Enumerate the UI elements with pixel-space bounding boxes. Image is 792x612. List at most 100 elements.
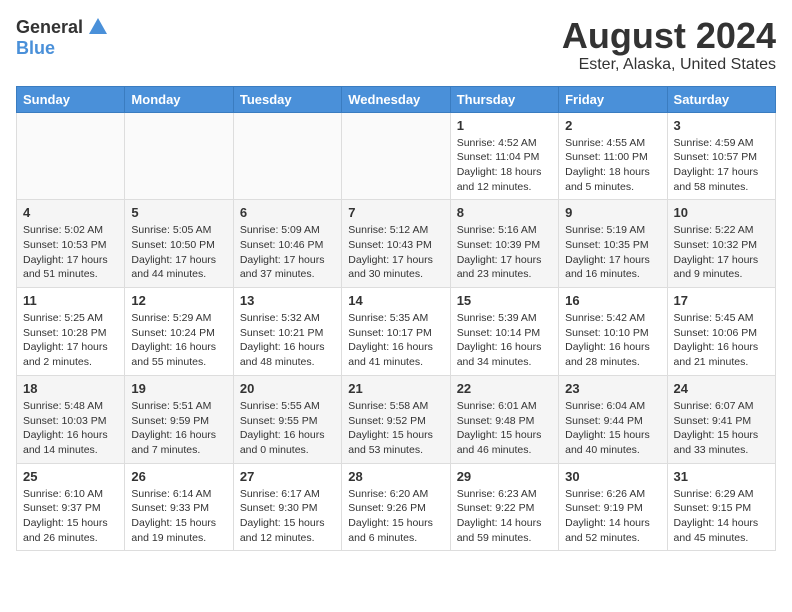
day-number: 7 [348,205,443,220]
table-row [125,112,233,200]
day-info: Sunrise: 6:26 AMSunset: 9:19 PMDaylight:… [565,487,660,546]
page-header: General Blue August 2024 Ester, Alaska, … [16,16,776,74]
day-info: Sunrise: 6:17 AMSunset: 9:30 PMDaylight:… [240,487,335,546]
table-row [17,112,125,200]
day-number: 8 [457,205,552,220]
day-info: Sunrise: 4:59 AMSunset: 10:57 PMDaylight… [674,136,769,195]
table-row: 1 Sunrise: 4:52 AMSunset: 11:04 PMDayligh… [450,112,558,200]
day-info: Sunrise: 5:35 AMSunset: 10:17 PMDaylight… [348,311,443,370]
day-info: Sunrise: 5:42 AMSunset: 10:10 PMDaylight… [565,311,660,370]
day-number: 2 [565,118,660,133]
day-number: 5 [131,205,226,220]
table-row: 4 Sunrise: 5:02 AMSunset: 10:53 PMDayligh… [17,200,125,288]
day-number: 20 [240,381,335,396]
table-row: 3Sunrise: 4:59 AMSunset: 10:57 PMDayligh… [667,112,775,200]
day-number: 12 [131,293,226,308]
table-row: 18 Sunrise: 5:48 AMSunset: 10:03 PMDaylig… [17,375,125,463]
table-row: 26Sunrise: 6:14 AMSunset: 9:33 PMDayligh… [125,463,233,551]
table-row: 29 Sunrise: 6:23 AMSunset: 9:22 PMDayligh… [450,463,558,551]
day-number: 1 [457,118,552,133]
day-info: Sunrise: 5:45 AMSunset: 10:06 PMDaylight… [674,311,769,370]
col-monday: Monday [125,86,233,112]
day-info: Sunrise: 6:20 AMSunset: 9:26 PMDaylight:… [348,487,443,546]
day-number: 21 [348,381,443,396]
day-info: Sunrise: 5:29 AMSunset: 10:24 PMDaylight… [131,311,226,370]
day-info: Sunrise: 5:12 AMSunset: 10:43 PMDaylight… [348,223,443,282]
day-number: 4 [23,205,118,220]
day-info: Sunrise: 6:07 AMSunset: 9:41 PMDaylight:… [674,399,769,458]
calendar-week-row: 1 Sunrise: 4:52 AMSunset: 11:04 PMDayligh… [17,112,776,200]
table-row: 28 Sunrise: 6:20 AMSunset: 9:26 PMDayligh… [342,463,450,551]
col-saturday: Saturday [667,86,775,112]
day-info: Sunrise: 6:01 AMSunset: 9:48 PMDaylight:… [457,399,552,458]
day-info: Sunrise: 5:09 AMSunset: 10:46 PMDaylight… [240,223,335,282]
table-row: 20 Sunrise: 5:55 AMSunset: 9:55 PMDayligh… [233,375,341,463]
table-row: 6 Sunrise: 5:09 AMSunset: 10:46 PMDayligh… [233,200,341,288]
day-number: 17 [674,293,769,308]
table-row: 19 Sunrise: 5:51 AMSunset: 9:59 PMDayligh… [125,375,233,463]
day-number: 11 [23,293,118,308]
table-row [342,112,450,200]
day-info: Sunrise: 6:23 AMSunset: 9:22 PMDaylight:… [457,487,552,546]
day-info: Sunrise: 5:48 AMSunset: 10:03 PMDaylight… [23,399,118,458]
calendar-table: Sunday Monday Tuesday Wednesday Thursday… [16,86,776,552]
day-info: Sunrise: 5:22 AMSunset: 10:32 PMDaylight… [674,223,769,282]
col-thursday: Thursday [450,86,558,112]
day-info: Sunrise: 5:51 AMSunset: 9:59 PMDaylight:… [131,399,226,458]
day-number: 31 [674,469,769,484]
day-number: 29 [457,469,552,484]
logo-general-text: General [16,17,83,38]
day-number: 18 [23,381,118,396]
table-row: 15Sunrise: 5:39 AMSunset: 10:14 PMDaylig… [450,288,558,376]
day-info: Sunrise: 6:29 AMSunset: 9:15 PMDaylight:… [674,487,769,546]
page-title: August 2024 [562,16,776,56]
col-sunday: Sunday [17,86,125,112]
day-info: Sunrise: 4:52 AMSunset: 11:04 PMDaylight… [457,136,552,195]
day-number: 9 [565,205,660,220]
table-row: 12 Sunrise: 5:29 AMSunset: 10:24 PMDaylig… [125,288,233,376]
day-number: 16 [565,293,660,308]
day-info: Sunrise: 5:02 AMSunset: 10:53 PMDaylight… [23,223,118,282]
day-number: 6 [240,205,335,220]
table-row: 5Sunrise: 5:05 AMSunset: 10:50 PMDayligh… [125,200,233,288]
table-row [233,112,341,200]
day-number: 19 [131,381,226,396]
logo: General Blue [16,16,109,59]
day-info: Sunrise: 4:55 AMSunset: 11:00 PMDaylight… [565,136,660,195]
table-row: 14 Sunrise: 5:35 AMSunset: 10:17 PMDaylig… [342,288,450,376]
calendar-header-row: Sunday Monday Tuesday Wednesday Thursday… [17,86,776,112]
day-info: Sunrise: 5:55 AMSunset: 9:55 PMDaylight:… [240,399,335,458]
table-row: 27Sunrise: 6:17 AMSunset: 9:30 PMDayligh… [233,463,341,551]
col-wednesday: Wednesday [342,86,450,112]
calendar-week-row: 18 Sunrise: 5:48 AMSunset: 10:03 PMDaylig… [17,375,776,463]
day-info: Sunrise: 6:14 AMSunset: 9:33 PMDaylight:… [131,487,226,546]
table-row: 31 Sunrise: 6:29 AMSunset: 9:15 PMDayligh… [667,463,775,551]
day-info: Sunrise: 5:16 AMSunset: 10:39 PMDaylight… [457,223,552,282]
day-number: 13 [240,293,335,308]
day-number: 10 [674,205,769,220]
table-row: 23Sunrise: 6:04 AMSunset: 9:44 PMDayligh… [559,375,667,463]
calendar-week-row: 25 Sunrise: 6:10 AMSunset: 9:37 PMDayligh… [17,463,776,551]
day-number: 25 [23,469,118,484]
table-row: 17 Sunrise: 5:45 AMSunset: 10:06 PMDaylig… [667,288,775,376]
calendar-week-row: 11 Sunrise: 5:25 AMSunset: 10:28 PMDaylig… [17,288,776,376]
logo-icon [87,16,109,38]
day-number: 22 [457,381,552,396]
day-info: Sunrise: 5:19 AMSunset: 10:35 PMDaylight… [565,223,660,282]
table-row: 24 Sunrise: 6:07 AMSunset: 9:41 PMDayligh… [667,375,775,463]
day-number: 24 [674,381,769,396]
day-number: 28 [348,469,443,484]
day-info: Sunrise: 5:58 AMSunset: 9:52 PMDaylight:… [348,399,443,458]
title-block: August 2024 Ester, Alaska, United States [562,16,776,74]
table-row: 21 Sunrise: 5:58 AMSunset: 9:52 PMDayligh… [342,375,450,463]
day-info: Sunrise: 5:25 AMSunset: 10:28 PMDaylight… [23,311,118,370]
day-number: 14 [348,293,443,308]
logo-blue-text: Blue [16,38,55,58]
calendar-week-row: 4 Sunrise: 5:02 AMSunset: 10:53 PMDayligh… [17,200,776,288]
table-row: 2 Sunrise: 4:55 AMSunset: 11:00 PMDayligh… [559,112,667,200]
day-info: Sunrise: 6:10 AMSunset: 9:37 PMDaylight:… [23,487,118,546]
day-number: 23 [565,381,660,396]
day-number: 15 [457,293,552,308]
table-row: 13Sunrise: 5:32 AMSunset: 10:21 PMDaylig… [233,288,341,376]
col-friday: Friday [559,86,667,112]
